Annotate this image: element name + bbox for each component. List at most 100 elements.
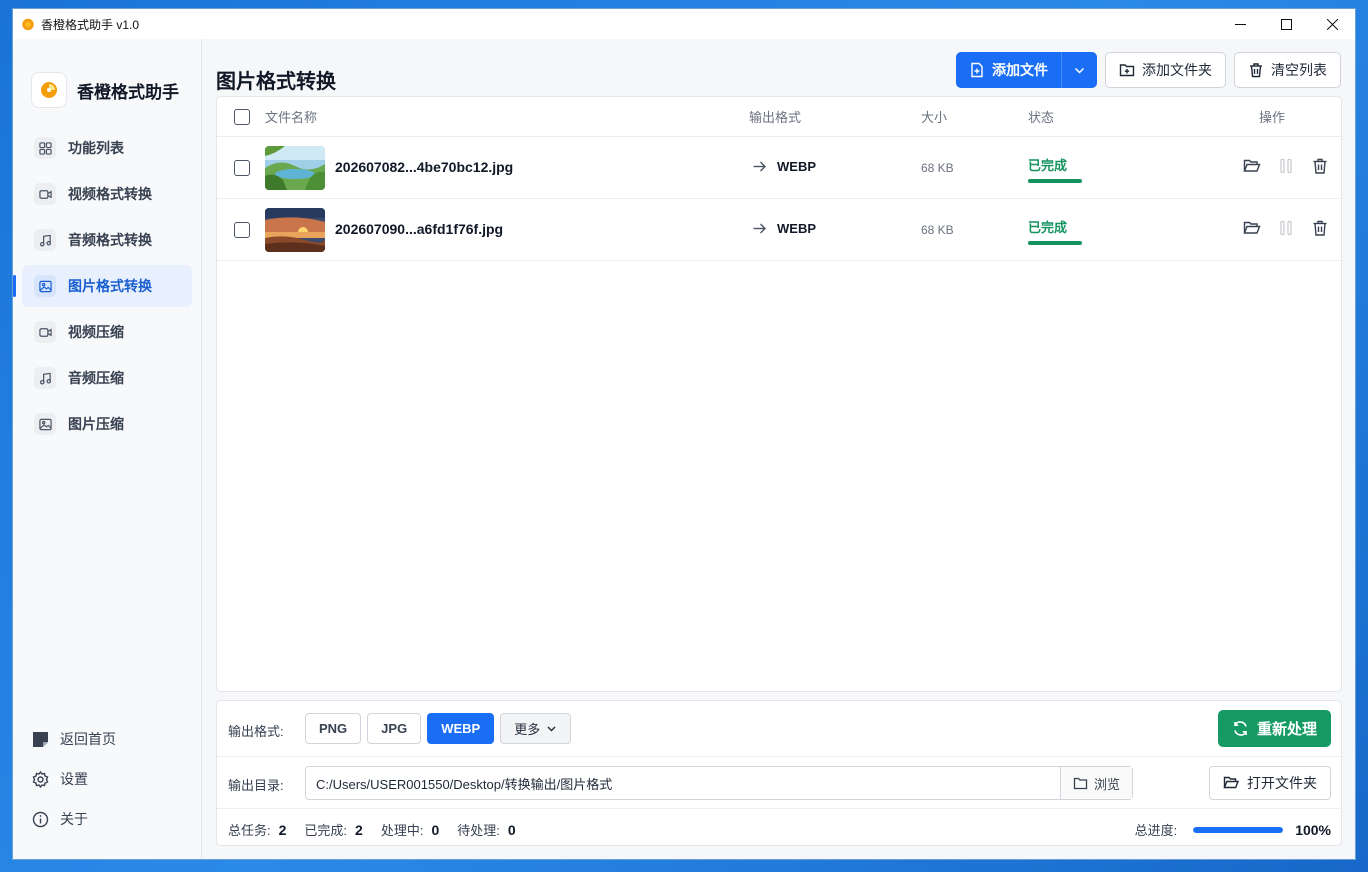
sidebar-item-video-compress[interactable]: 视频压缩 xyxy=(22,311,192,353)
row-checkbox[interactable] xyxy=(234,221,250,238)
about-link[interactable]: 关于 xyxy=(32,799,116,839)
folder-open-icon[interactable] xyxy=(1243,157,1261,175)
home-link[interactable]: 返回首页 xyxy=(32,719,116,759)
pause-icon[interactable] xyxy=(1277,219,1295,237)
thumbnail-image xyxy=(265,208,325,252)
sidebar-item-image-compress[interactable]: 图片压缩 xyxy=(22,403,192,445)
add-file-button[interactable]: 添加文件 xyxy=(956,52,1062,88)
output-dir-path: C:/Users/USER001550/Desktop/转换输出/图片格式 xyxy=(316,776,613,792)
sidebar-item-label: 图片压缩 xyxy=(68,416,124,432)
row-checkbox[interactable] xyxy=(234,159,250,176)
sidebar-item-label: 音频格式转换 xyxy=(68,232,152,248)
chevron-down-icon xyxy=(547,726,556,732)
close-icon xyxy=(1326,18,1338,30)
home-link-label: 返回首页 xyxy=(60,731,116,747)
page-title: 图片格式转换 xyxy=(216,71,336,93)
info-icon xyxy=(32,811,49,827)
minimize-button[interactable] xyxy=(1217,9,1263,39)
add-file-dropdown[interactable] xyxy=(1062,52,1097,88)
progress-bar xyxy=(1193,826,1284,833)
clear-list-button[interactable]: 清空列表 xyxy=(1234,52,1341,88)
table-row: 202607090...a6fd1f76f.jpg WEBP 68 KB 已完成 xyxy=(217,199,1341,261)
folder-plus-icon xyxy=(1119,64,1135,77)
file-name: 202607090...a6fd1f76f.jpg xyxy=(335,221,504,237)
delete-icon[interactable] xyxy=(1311,219,1329,237)
reprocess-label: 重新处理 xyxy=(1256,721,1317,738)
dir-label: 输出目录: xyxy=(228,778,284,793)
app-window: 香橙格式助手 v1.0 香橙格式助手 功能列表 视频格式转换 音频格式转换 图片… xyxy=(12,8,1356,860)
clear-list-label: 清空列表 xyxy=(1271,62,1327,78)
output-format: WEBP xyxy=(752,221,816,236)
format-label: 输出格式: xyxy=(228,724,284,739)
sidebar-nav: 功能列表 视频格式转换 音频格式转换 图片格式转换 视频压缩 音频压缩 图片压缩 xyxy=(13,119,201,445)
close-button[interactable] xyxy=(1309,9,1355,39)
sidebar-item-audio-convert[interactable]: 音频格式转换 xyxy=(22,219,192,261)
trash-icon xyxy=(1250,63,1262,78)
file-table: 文件名称 输出格式 大小 状态 操作 202607082...4be70bc12… xyxy=(216,96,1342,692)
progress-value: 100% xyxy=(1295,821,1331,838)
stat-total: 总任务: 2 xyxy=(228,822,287,838)
video-icon xyxy=(34,321,56,343)
sidebar-item-label: 音频压缩 xyxy=(68,370,124,386)
browse-button[interactable]: 浏览 xyxy=(1060,767,1132,799)
maximize-button[interactable] xyxy=(1263,9,1309,39)
sidebar-item-audio-compress[interactable]: 音频压缩 xyxy=(22,357,192,399)
main-content: 图片格式转换 添加文件 添加文件夹 清空列表 文件名称 输出格式 大小 状态 操… xyxy=(202,39,1355,859)
sidebar-item-image-convert[interactable]: 图片格式转换 xyxy=(13,265,192,307)
grid-icon xyxy=(34,137,56,159)
brand: 香橙格式助手 xyxy=(13,39,201,119)
more-formats-label: 更多 xyxy=(514,722,541,737)
settings-link[interactable]: 设置 xyxy=(32,759,116,799)
progress-fill xyxy=(1193,826,1284,833)
minimize-icon xyxy=(1234,23,1246,25)
music-icon xyxy=(34,367,56,389)
format-png-button[interactable]: PNG xyxy=(305,713,362,744)
image-icon xyxy=(34,275,56,297)
format-jpg-button[interactable]: JPG xyxy=(367,713,422,744)
header-ops: 操作 xyxy=(1259,110,1286,125)
file-name: 202607082...4be70bc12.jpg xyxy=(335,159,514,175)
header-status: 状态 xyxy=(1028,110,1055,125)
open-folder-button[interactable]: 打开文件夹 xyxy=(1209,766,1331,800)
add-file-label: 添加文件 xyxy=(992,62,1048,78)
window-title: 香橙格式助手 v1.0 xyxy=(41,17,140,32)
overall-progress: 总进度: 100% xyxy=(1135,820,1331,839)
select-all-checkbox[interactable] xyxy=(234,108,250,125)
add-folder-button[interactable]: 添加文件夹 xyxy=(1105,52,1226,88)
image-icon xyxy=(34,413,56,435)
format-webp-button[interactable]: WEBP xyxy=(427,713,495,744)
output-settings-panel: 输出格式: PNG JPG WEBP 更多 重新处理 输出目录: C:/User… xyxy=(216,700,1342,846)
browse-label: 浏览 xyxy=(1093,776,1120,792)
stat-pending: 待处理: 0 xyxy=(457,822,516,838)
folder-open-icon xyxy=(1223,776,1239,789)
delete-icon[interactable] xyxy=(1311,157,1329,175)
more-formats-dropdown[interactable]: 更多 xyxy=(500,713,572,744)
settings-link-label: 设置 xyxy=(60,771,88,787)
chevron-down-icon xyxy=(1074,67,1085,74)
format-row: 输出格式: PNG JPG WEBP 更多 重新处理 xyxy=(217,701,1341,757)
app-logo-icon xyxy=(22,18,34,31)
output-dir-field[interactable]: C:/Users/USER001550/Desktop/转换输出/图片格式 浏览 xyxy=(305,766,1133,800)
open-folder-label: 打开文件夹 xyxy=(1247,775,1317,791)
stat-done: 已完成: 2 xyxy=(304,822,363,838)
output-dir-row: 输出目录: C:/Users/USER001550/Desktop/转换输出/图… xyxy=(217,757,1341,809)
reprocess-button[interactable]: 重新处理 xyxy=(1217,710,1331,747)
task-stats: 总任务: 2 已完成: 2 处理中: 0 待处理: 0 xyxy=(228,820,534,839)
sidebar-item-video-convert[interactable]: 视频格式转换 xyxy=(22,173,192,215)
maximize-icon xyxy=(1280,18,1292,30)
home-icon xyxy=(33,731,48,747)
sidebar-item-feature-list[interactable]: 功能列表 xyxy=(22,127,192,169)
file-size: 68 KB xyxy=(921,223,954,237)
sidebar-item-label: 视频格式转换 xyxy=(68,186,152,202)
stats-row: 总任务: 2 已完成: 2 处理中: 0 待处理: 0 总进度: 100% xyxy=(217,809,1341,847)
output-format-value: WEBP xyxy=(777,159,816,174)
header-format: 输出格式 xyxy=(749,110,802,125)
row-operations xyxy=(1243,219,1329,237)
pause-icon[interactable] xyxy=(1277,157,1295,175)
sidebar: 香橙格式助手 功能列表 视频格式转换 音频格式转换 图片格式转换 视频压缩 音频… xyxy=(13,39,202,859)
status-progress-bar xyxy=(1028,241,1082,245)
output-format: WEBP xyxy=(752,159,816,174)
folder-open-icon[interactable] xyxy=(1243,219,1261,237)
format-buttons: PNG JPG WEBP 更多 xyxy=(305,713,572,744)
status-label: 已完成 xyxy=(1028,158,1068,173)
